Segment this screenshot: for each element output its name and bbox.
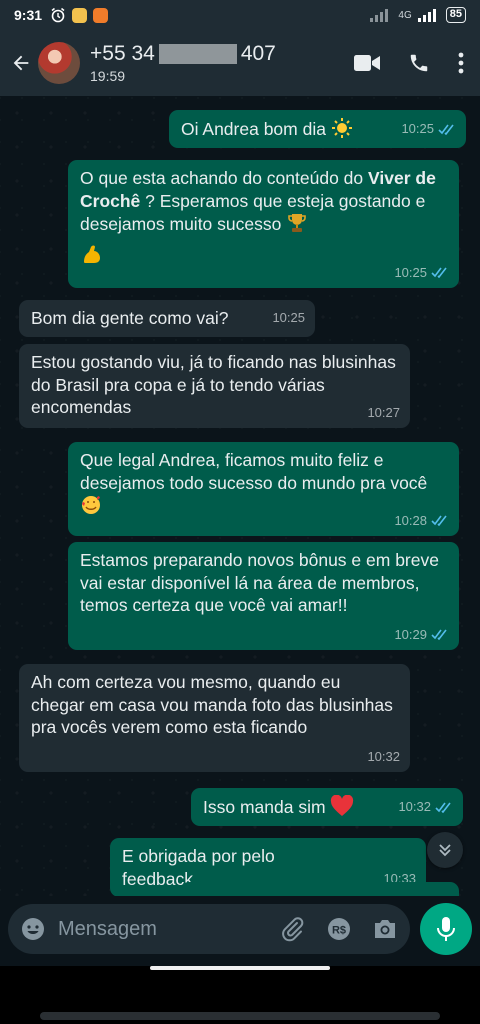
- more-options-icon[interactable]: [458, 52, 464, 74]
- message-outgoing[interactable]: O que esta achando do conteúdo do Viver …: [68, 160, 459, 288]
- attach-icon[interactable]: [280, 916, 306, 942]
- smiling-face-with-hearts-icon: [82, 496, 100, 514]
- message-text: Ah com certeza vou mesmo, quando eu cheg…: [31, 672, 393, 737]
- payment-icon[interactable]: R$: [326, 916, 352, 942]
- message-meta: 10:25: [272, 307, 305, 330]
- message-text-before: O que esta achando do conteúdo do: [80, 168, 364, 188]
- mic-button[interactable]: [420, 903, 472, 955]
- message-meta: 10:29: [394, 624, 449, 647]
- message-time: 10:25: [394, 264, 427, 280]
- microphone-icon: [437, 917, 455, 941]
- status-time: 9:31: [14, 7, 43, 23]
- network-type: 4G: [398, 9, 412, 21]
- message-text: Estamos preparando novos bônus e em brev…: [80, 550, 439, 615]
- contact-info[interactable]: +55 34 407 19:59: [90, 42, 276, 84]
- redaction-block: [158, 44, 237, 64]
- message-outgoing[interactable]: Estamos preparando novos bônus e em brev…: [68, 542, 459, 650]
- message-meta: 10:28: [394, 510, 449, 533]
- message-time: 10:25: [272, 310, 305, 325]
- double-check-read-icon: [438, 124, 454, 135]
- avatar[interactable]: [38, 42, 80, 84]
- gesture-bar: [40, 1012, 440, 1020]
- message-outgoing[interactable]: Que legal Andrea, ficamos muito feliz e …: [68, 442, 459, 536]
- message-text: Oi Andrea bom dia: [181, 119, 326, 139]
- message-time: 10:28: [394, 512, 427, 528]
- message-time: 10:29: [394, 626, 427, 642]
- scroll-to-bottom-button[interactable]: [427, 832, 463, 868]
- message-text: Bom dia gente como vai?: [31, 308, 229, 328]
- message-time: 10:25: [401, 121, 434, 136]
- phone-call-icon[interactable]: [408, 52, 430, 74]
- status-right: 4G 85: [370, 7, 466, 23]
- signal-icon: [370, 8, 389, 22]
- chevron-double-down-icon: [439, 844, 451, 857]
- double-check-read-icon: [431, 267, 447, 279]
- red-heart-icon: [331, 795, 354, 816]
- message-time: 10:32: [367, 748, 400, 764]
- message-meta: 10:32: [367, 746, 400, 769]
- message-incoming[interactable]: Bom dia gente como vai? 10:25: [19, 300, 315, 337]
- message-input[interactable]: Mensagem: [58, 918, 280, 941]
- sun-icon: [331, 118, 352, 138]
- message-meta: 10:32: [398, 796, 453, 819]
- alarm-icon: [51, 7, 65, 23]
- input-icons: R$: [280, 916, 398, 942]
- message-time: 10:27: [367, 404, 400, 420]
- contact-name: +55 34 407: [90, 42, 276, 66]
- message-outgoing-partial[interactable]: [180, 882, 459, 896]
- video-call-icon[interactable]: [354, 54, 380, 72]
- message-text: Estou gostando viu, já to ficando nas bl…: [31, 352, 396, 417]
- chat-header: +55 34 407 19:59: [0, 30, 480, 96]
- double-check-read-icon: [435, 802, 451, 813]
- system-navigation-bar: [0, 966, 480, 1024]
- message-incoming[interactable]: Estou gostando viu, já to ficando nas bl…: [19, 344, 410, 428]
- app-notification-icon: [72, 7, 88, 23]
- home-indicator[interactable]: [150, 966, 330, 970]
- message-meta: 10:27: [367, 402, 400, 425]
- double-check-read-icon: [431, 515, 447, 527]
- message-incoming[interactable]: Ah com certeza vou mesmo, quando eu cheg…: [19, 664, 410, 772]
- message-composer: Mensagem R$: [0, 896, 480, 962]
- message-meta: 10:25: [401, 118, 456, 141]
- svg-text:R$: R$: [332, 925, 346, 937]
- header-actions: [354, 52, 472, 74]
- message-time: 10:32: [398, 799, 431, 814]
- emoji-icon[interactable]: [20, 916, 46, 942]
- message-input-box[interactable]: Mensagem R$: [8, 904, 410, 954]
- chat-area[interactable]: Oi Andrea bom dia 10:25 O que esta achan…: [0, 96, 480, 896]
- message-outgoing[interactable]: Oi Andrea bom dia 10:25: [169, 110, 466, 148]
- camera-icon[interactable]: [372, 917, 398, 941]
- notification-icons: [50, 7, 109, 23]
- contact-status: 19:59: [90, 68, 126, 84]
- trophy-icon: [288, 214, 307, 232]
- signal-icon-2: [417, 8, 436, 22]
- app-notification-icon-2: [93, 7, 109, 23]
- double-check-read-icon: [431, 629, 447, 641]
- battery-indicator: 85: [445, 7, 466, 23]
- status-bar: 9:31 4G 85: [0, 0, 480, 30]
- message-outgoing[interactable]: Isso manda sim 10:32: [191, 788, 463, 826]
- back-button[interactable]: [8, 50, 34, 76]
- message-text: Que legal Andrea, ficamos muito feliz e …: [80, 450, 428, 493]
- arrow-left-icon: [13, 55, 29, 71]
- message-text: Isso manda sim: [203, 797, 326, 817]
- message-meta: 10:25: [394, 262, 449, 285]
- flexed-biceps-icon: [84, 245, 100, 263]
- contact-name-suffix: 407: [240, 42, 276, 65]
- contact-name-prefix: +55 34: [90, 42, 155, 65]
